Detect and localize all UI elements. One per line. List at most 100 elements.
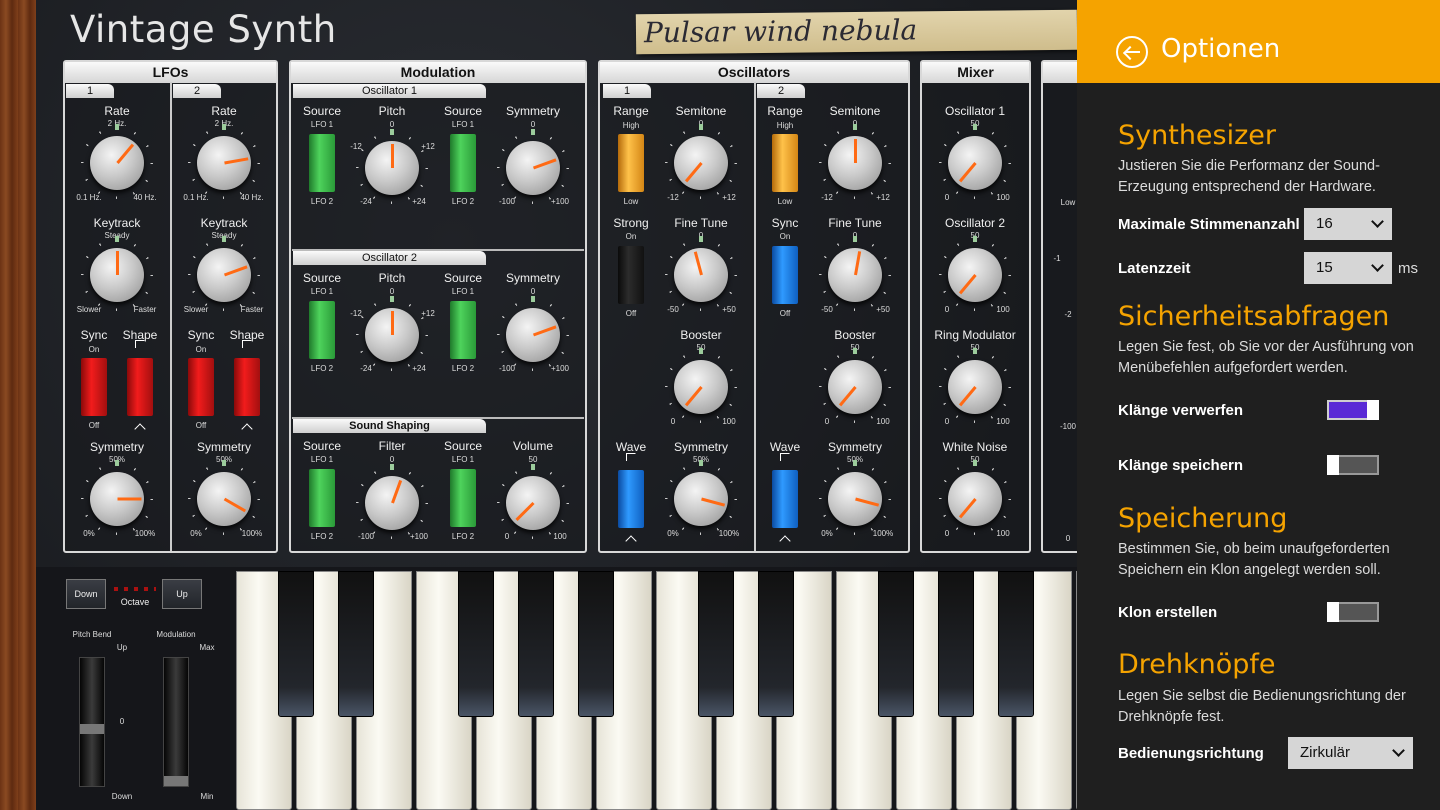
osc2-finetune-knob[interactable] xyxy=(828,248,882,302)
mod-source2-switch[interactable] xyxy=(450,469,476,527)
osc2-semitone-knob[interactable] xyxy=(828,136,882,190)
modulation-section-tab: Oscillator 2 xyxy=(293,251,486,265)
lfo1-rate-label: Rate xyxy=(104,104,130,118)
lfo1-shape-switch[interactable] xyxy=(127,358,153,416)
pitch-bend-label: Pitch Bend xyxy=(72,630,112,639)
lfo2-keytrack-min: Slower xyxy=(183,305,209,314)
osc2-booster-knob[interactable] xyxy=(828,360,882,414)
lfo2-keytrack-knob[interactable] xyxy=(197,248,251,302)
pitch-bend-wheel[interactable] xyxy=(79,657,105,787)
knob-direction-label: Bedienungsrichtung xyxy=(1118,745,1264,762)
lfo1-rate-knob[interactable] xyxy=(90,136,144,190)
knob-center-mark xyxy=(531,296,535,302)
lfo1-rate-min: 0.1 Hz. xyxy=(76,193,102,202)
osc1-symmetry-min: 0% xyxy=(667,529,679,538)
save-sounds-toggle[interactable] xyxy=(1327,455,1379,475)
osc2-symmetry-knob[interactable] xyxy=(828,472,882,526)
patch-name-label[interactable]: Pulsar wind nebula xyxy=(635,9,1077,55)
lfo1-sync-switch[interactable] xyxy=(81,358,107,416)
mod-source2-label: Source xyxy=(443,439,483,453)
osc1-switch2[interactable] xyxy=(618,246,644,304)
piano-black-key[interactable] xyxy=(578,571,614,717)
mod-source2-top: LFO 1 xyxy=(451,120,475,129)
piano-black-key[interactable] xyxy=(278,571,314,717)
piano-black-key[interactable] xyxy=(758,571,794,717)
synthesizer-heading: Synthesizer xyxy=(1118,120,1276,151)
osc2-range-switch[interactable] xyxy=(772,134,798,192)
mod-source2-switch[interactable] xyxy=(450,134,476,192)
lfo2-rate-min: 0.1 Hz. xyxy=(183,193,209,202)
knob-center-mark xyxy=(115,124,119,130)
modulation-wheel[interactable] xyxy=(163,657,189,787)
octave-label: Octave xyxy=(120,597,150,607)
lfo1-symmetry-knob[interactable] xyxy=(90,472,144,526)
mod-source-switch[interactable] xyxy=(309,134,335,192)
lfo2-sync-switch[interactable] xyxy=(188,358,214,416)
options-flyout: Optionen Synthesizer Justieren Sie die P… xyxy=(1077,0,1440,810)
lfo-tab-2[interactable]: 2 xyxy=(173,84,221,98)
lfo-tab-1[interactable]: 1 xyxy=(66,84,114,98)
osc1-semitone-knob[interactable] xyxy=(674,136,728,190)
osc2-switch2-off: Off xyxy=(779,309,791,318)
osc1-finetune-knob[interactable] xyxy=(674,248,728,302)
lfo1-keytrack-min: Slower xyxy=(76,305,102,314)
mod-target-knob[interactable] xyxy=(506,308,560,362)
mod-target-knob[interactable] xyxy=(506,141,560,195)
piano-black-key[interactable] xyxy=(998,571,1034,717)
knob-indicator xyxy=(532,325,557,337)
mixer-oscillator-2-knob[interactable] xyxy=(948,248,1002,302)
octave-up-button[interactable]: Up xyxy=(162,579,202,609)
create-clone-toggle[interactable] xyxy=(1327,602,1379,622)
partial-panel-label: -100 xyxy=(1059,422,1077,431)
lfo2-symmetry-min: 0% xyxy=(190,529,202,538)
latency-select[interactable]: 15 xyxy=(1304,252,1392,284)
mod-target-knob[interactable] xyxy=(506,476,560,530)
mod-target-value: 50 xyxy=(528,455,538,464)
osc1-range-switch[interactable] xyxy=(618,134,644,192)
mod-amount-knob[interactable] xyxy=(365,141,419,195)
pitch-bend-thumb xyxy=(80,724,104,734)
knob-center-mark xyxy=(222,460,226,466)
mod-amount-knob[interactable] xyxy=(365,308,419,362)
knob-direction-select[interactable]: Zirkulär xyxy=(1288,737,1413,769)
mod-source2-switch[interactable] xyxy=(450,301,476,359)
piano-black-key[interactable] xyxy=(698,571,734,717)
osc1-symmetry-knob[interactable] xyxy=(674,472,728,526)
piano-black-key[interactable] xyxy=(938,571,974,717)
mod-source-switch[interactable] xyxy=(309,301,335,359)
mod-target-min: -100 xyxy=(498,197,516,206)
mixer-ring-modulator-knob[interactable] xyxy=(948,360,1002,414)
osc-divider xyxy=(754,82,756,551)
max-voices-select[interactable]: 16 xyxy=(1304,208,1392,240)
pitch-bend-zero-label: 0 xyxy=(119,717,125,726)
square-wave-icon xyxy=(626,453,636,461)
latency-unit: ms xyxy=(1398,260,1418,277)
osc-tab-1[interactable]: 1 xyxy=(603,84,651,98)
mod-amount-min: -24 xyxy=(360,197,372,206)
lfo2-symmetry-knob[interactable] xyxy=(197,472,251,526)
mod-source-label: Source xyxy=(302,439,342,453)
osc2-semitone-max: +12 xyxy=(876,193,890,202)
lfo1-keytrack-knob[interactable] xyxy=(90,248,144,302)
mod-source-switch[interactable] xyxy=(309,469,335,527)
osc-tab-2[interactable]: 2 xyxy=(757,84,805,98)
osc2-wave-switch[interactable] xyxy=(772,470,798,528)
piano-black-key[interactable] xyxy=(878,571,914,717)
piano-black-key[interactable] xyxy=(458,571,494,717)
osc1-wave-switch[interactable] xyxy=(618,470,644,528)
osc2-switch2[interactable] xyxy=(772,246,798,304)
security-description: Legen Sie fest, ob Sie vor der Ausführun… xyxy=(1118,339,1414,376)
mixer-white-noise-max: 100 xyxy=(996,529,1010,538)
mixer-white-noise-knob[interactable] xyxy=(948,472,1002,526)
mixer-oscillator-1-knob[interactable] xyxy=(948,136,1002,190)
lfo2-rate-knob[interactable] xyxy=(197,136,251,190)
back-arrow-icon[interactable] xyxy=(1116,36,1148,68)
octave-down-button[interactable]: Down xyxy=(66,579,106,609)
piano-black-key[interactable] xyxy=(518,571,554,717)
piano-black-key[interactable] xyxy=(338,571,374,717)
lfo2-shape-switch[interactable] xyxy=(234,358,260,416)
lfo-divider xyxy=(170,82,172,551)
mod-amount-knob[interactable] xyxy=(365,476,419,530)
osc1-booster-knob[interactable] xyxy=(674,360,728,414)
discard-sounds-toggle[interactable] xyxy=(1327,400,1379,420)
